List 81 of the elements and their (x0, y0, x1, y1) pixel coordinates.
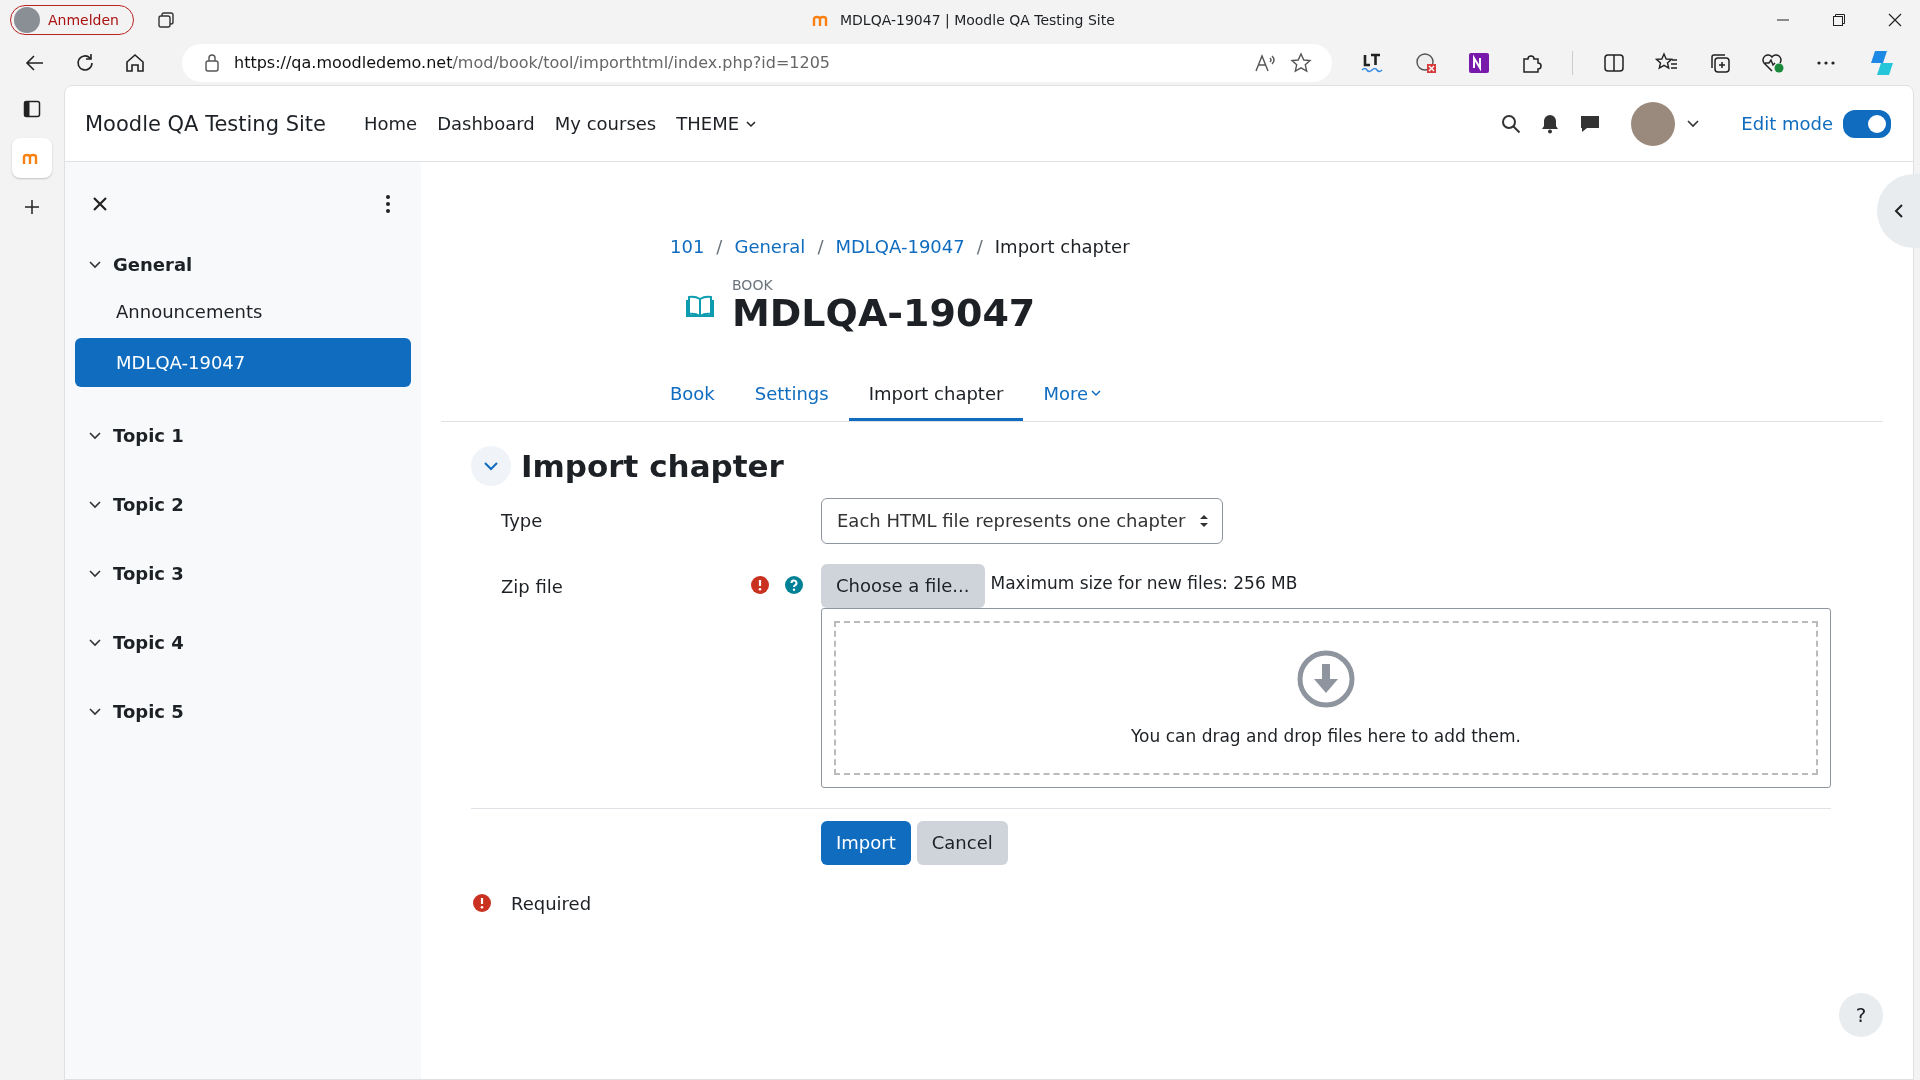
chevron-icon[interactable] (89, 707, 101, 716)
activity-type-label: BOOK (732, 277, 774, 293)
chevron-icon[interactable] (89, 431, 101, 440)
tabs-icon[interactable] (155, 10, 176, 30)
collapse-button[interactable] (471, 445, 511, 486)
activity-link[interactable]: Announcements (75, 287, 411, 336)
help-button[interactable]: ? (1839, 993, 1883, 1037)
cancel-button[interactable]: Cancel (916, 820, 1008, 865)
field-label: Type (501, 510, 543, 532)
onenote-icon[interactable] (1468, 51, 1490, 74)
drawer-toggle-button[interactable] (1877, 174, 1920, 248)
field-label: Zip file (501, 575, 563, 597)
drop-hint-text: You can drag and drop files here to add them. (1131, 725, 1521, 746)
nav-link[interactable]: Home (363, 113, 418, 134)
required-note: Required (511, 892, 592, 914)
close-icon[interactable] (1888, 13, 1902, 27)
sort-arrows-icon (1199, 513, 1208, 528)
window-title: MDLQA-19047 | Moodle QA Testing Site (840, 12, 1115, 28)
nav-link[interactable]: Dashboard (437, 113, 535, 134)
breadcrumb-link[interactable]: 101 (670, 236, 705, 257)
chat-icon[interactable] (1579, 113, 1602, 134)
close-icon[interactable] (93, 197, 107, 211)
search-icon[interactable] (1501, 113, 1522, 134)
nav-link[interactable]: THEME (676, 113, 757, 134)
home-icon[interactable] (124, 51, 146, 74)
section-heading: Import chapter (521, 447, 784, 484)
address-bar[interactable]: https://qa.moodledemo.net/mod/book/tool/importhtml/index.php?id=1205 (182, 43, 1332, 82)
activity-link[interactable]: MDLQA-19047 (75, 338, 411, 387)
breadcrumb-link[interactable]: General (734, 236, 806, 257)
nav-link[interactable]: My courses (554, 113, 657, 134)
blocked-extension-icon[interactable] (1414, 50, 1438, 75)
restore-icon[interactable] (1832, 13, 1846, 27)
site-name[interactable]: Moodle QA Testing Site (85, 111, 326, 136)
choose-file-button[interactable]: Choose a file... (821, 563, 985, 608)
chevron-left-icon (1894, 203, 1904, 219)
max-size-text: Maximum size for new files: 256 MB (990, 572, 1298, 593)
avatar-icon (14, 7, 40, 33)
refresh-icon[interactable] (74, 51, 96, 74)
nav-tab[interactable]: Import chapter (848, 368, 1024, 421)
page-title: MDLQA-19047 (732, 293, 1036, 335)
type-select[interactable]: Each HTML file represents one chapter (821, 497, 1223, 544)
nav-tab[interactable]: Settings (734, 368, 849, 421)
chevron-icon[interactable] (89, 638, 101, 647)
breadcrumb-separator: / (976, 236, 983, 257)
breadcrumb-separator: / (817, 236, 824, 257)
breadcrumb-current: Import chapter (994, 236, 1130, 257)
plus-icon[interactable] (23, 198, 41, 216)
lt-extension-icon[interactable] (1360, 51, 1384, 74)
nav-tab[interactable]: More (1023, 368, 1122, 421)
chevron-icon (484, 460, 498, 471)
read-aloud-icon[interactable] (1254, 52, 1276, 73)
caret-icon[interactable] (1687, 119, 1700, 128)
lock-icon (204, 53, 220, 72)
required-icon (473, 894, 491, 913)
split-screen-icon[interactable] (1603, 51, 1625, 74)
section-link[interactable]: Topic 3 (113, 563, 184, 584)
chevron-icon[interactable] (89, 260, 101, 269)
section-link[interactable]: Topic 5 (113, 701, 184, 722)
health-icon[interactable] (1761, 51, 1785, 74)
required-icon (751, 575, 769, 594)
breadcrumb-link[interactable]: MDLQA-19047 (835, 236, 965, 257)
book-icon (686, 293, 714, 318)
nav-tab[interactable]: Book (650, 368, 735, 421)
collections-icon[interactable] (1709, 51, 1731, 74)
bell-icon[interactable] (1541, 113, 1560, 134)
edit-mode-label: Edit mode (1741, 113, 1833, 134)
section-link[interactable]: Topic 1 (113, 425, 184, 446)
section-link[interactable]: General (113, 254, 193, 275)
section-link[interactable]: Topic 2 (113, 494, 184, 515)
help-icon[interactable] (785, 575, 803, 594)
breadcrumb-separator: / (716, 236, 723, 257)
panel-icon[interactable] (23, 100, 41, 118)
edit-mode-toggle[interactable] (1843, 109, 1891, 138)
kebab-menu-icon[interactable] (385, 194, 391, 214)
chevron-icon[interactable] (89, 500, 101, 509)
star-icon[interactable] (1290, 51, 1312, 74)
import-button[interactable]: Import (821, 820, 911, 865)
moodle-tab-button[interactable] (12, 138, 52, 178)
chevron-icon[interactable] (89, 569, 101, 578)
file-drop-zone[interactable]: You can drag and drop files here to add them. (821, 607, 1831, 788)
section-link[interactable]: Topic 4 (113, 632, 184, 653)
